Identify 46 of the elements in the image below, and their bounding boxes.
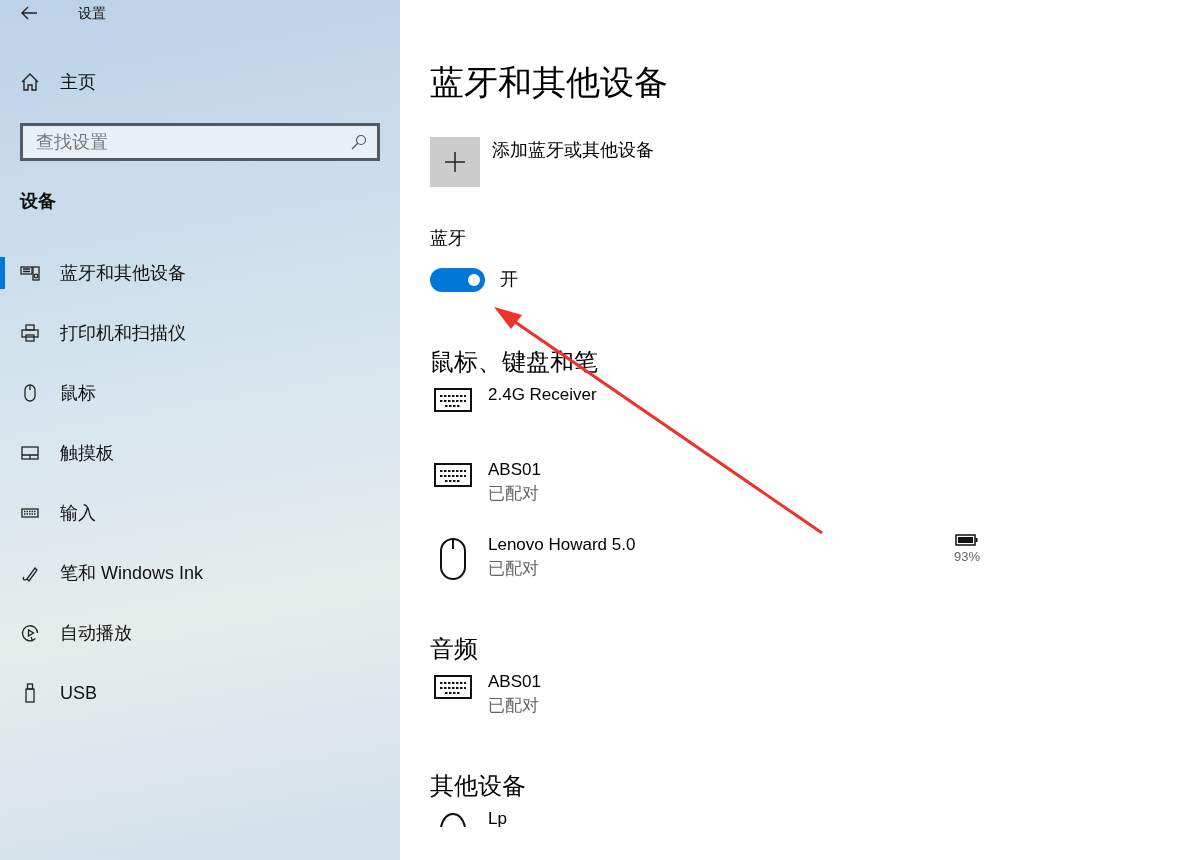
section-heading: 设备 <box>20 190 57 213</box>
sidebar-item[interactable]: 鼠标 <box>0 377 400 409</box>
autoplay-icon <box>20 623 40 643</box>
device-name: ABS01 <box>488 671 542 693</box>
device-item[interactable]: ABS01 已配对 <box>430 458 980 509</box>
search-field[interactable]: 查找设置 <box>20 123 380 161</box>
device-item[interactable]: 2.4G Receiver <box>430 383 980 434</box>
device-name: Lp <box>488 808 508 830</box>
sidebar-item[interactable]: 蓝牙和其他设备 <box>0 257 400 289</box>
battery-percent: 93% <box>953 548 980 566</box>
device-item[interactable]: Lenovo Howard 5.0 已配对 93% <box>430 533 980 584</box>
plus-icon <box>444 151 466 173</box>
sidebar-item[interactable]: 自动播放 <box>0 617 400 649</box>
search-icon <box>351 134 367 150</box>
toggle-state: 开 <box>500 268 518 291</box>
device-status: 已配对 <box>488 695 540 717</box>
home-link[interactable]: 主页 <box>0 66 400 98</box>
sidebar-item[interactable]: 打印机和扫描仪 <box>0 317 400 349</box>
device-item[interactable]: Lp <box>430 807 980 858</box>
add-device-button[interactable] <box>430 137 480 187</box>
bluetooth-label: 蓝牙 <box>430 227 467 250</box>
keyboard-icon <box>433 387 473 413</box>
touchpad-icon <box>20 443 40 463</box>
device-name: 2.4G Receiver <box>488 384 598 406</box>
device-name: ABS01 <box>488 459 542 481</box>
back-arrow-icon <box>20 6 38 20</box>
section-heading: 音频 <box>430 634 479 664</box>
device-status: 已配对 <box>488 558 540 580</box>
device-item[interactable]: ABS01 已配对 <box>430 670 980 721</box>
window-title: 设置 <box>78 3 106 23</box>
sidebar-item[interactable]: 笔和 Windows Ink <box>0 557 400 589</box>
device-name: Lenovo Howard 5.0 <box>488 534 637 556</box>
home-icon <box>20 72 40 92</box>
page-title: 蓝牙和其他设备 <box>430 62 669 103</box>
sidebar-item[interactable]: 输入 <box>0 497 400 529</box>
sidebar-item[interactable]: USB <box>0 677 400 709</box>
bluetooth-toggle[interactable] <box>430 267 485 292</box>
battery-icon <box>955 533 979 547</box>
device-status: 已配对 <box>488 483 540 505</box>
keyboard-speaker-icon <box>20 263 40 283</box>
add-device-label: 添加蓝牙或其他设备 <box>492 139 654 162</box>
printer-icon <box>20 323 40 343</box>
section-heading: 其他设备 <box>430 771 527 801</box>
keyboard-icon <box>433 462 473 488</box>
sidebar-item[interactable]: 触摸板 <box>0 437 400 469</box>
keyboard-icon <box>433 674 473 700</box>
